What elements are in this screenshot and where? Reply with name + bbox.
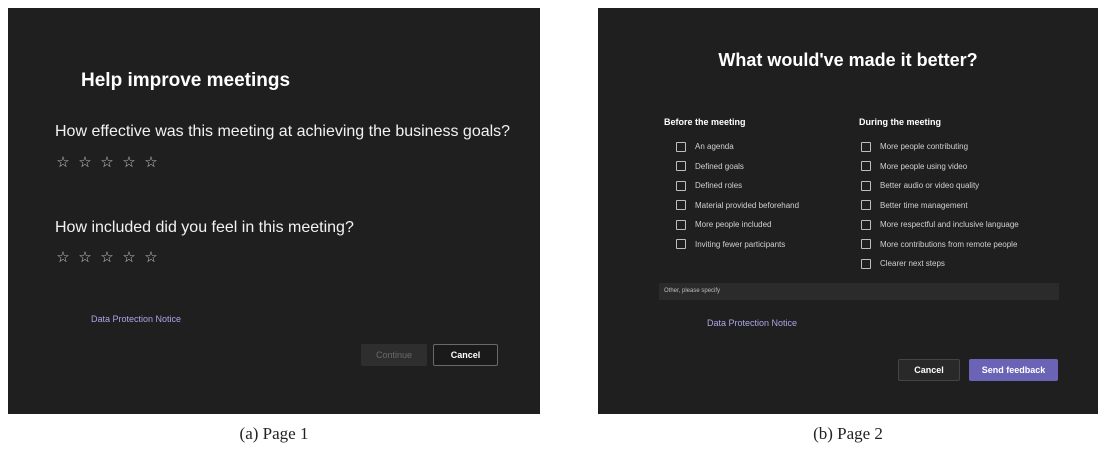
checkbox[interactable]	[676, 239, 686, 250]
checkbox[interactable]	[861, 219, 871, 230]
checkbox[interactable]	[676, 219, 686, 230]
option-label: Defined roles	[695, 181, 743, 191]
checkbox-option[interactable]: More respectful and inclusive language	[861, 215, 1019, 235]
page-title: What would've made it better?	[718, 50, 978, 70]
other-specify-input[interactable]: Other, please specify	[659, 283, 1059, 300]
star-icon[interactable]: ☆	[76, 248, 94, 266]
checkbox[interactable]	[861, 141, 871, 152]
checkbox[interactable]	[861, 200, 871, 211]
before-meeting-options: An agenda Defined goals Defined roles Ma…	[676, 137, 799, 254]
option-label: More people using video	[880, 161, 968, 171]
star-icon[interactable]: ☆	[54, 153, 72, 171]
checkbox-option[interactable]: Inviting fewer participants	[676, 235, 799, 255]
checkbox[interactable]	[861, 258, 871, 269]
during-meeting-options: More people contributing More people usi…	[861, 137, 1019, 274]
question-business-goals: How effective was this meeting at achiev…	[55, 123, 511, 140]
option-label: Better time management	[880, 200, 968, 210]
star-rating-business-goals[interactable]: ☆ ☆ ☆ ☆ ☆	[54, 153, 160, 171]
feedback-page-2: What would've made it better? Before the…	[598, 8, 1098, 414]
checkbox[interactable]	[676, 161, 686, 172]
star-icon[interactable]: ☆	[142, 153, 160, 171]
feedback-page-1: Help improve meetings How effective was …	[8, 8, 540, 414]
option-label: Inviting fewer participants	[695, 239, 786, 249]
checkbox-option[interactable]: Material provided beforehand	[676, 196, 799, 216]
question-inclusion: How included did you feel in this meetin…	[55, 219, 354, 236]
checkbox-option[interactable]: More people contributing	[861, 137, 1019, 157]
checkbox[interactable]	[676, 180, 686, 191]
checkbox[interactable]	[676, 200, 686, 211]
option-label: Material provided beforehand	[695, 200, 800, 210]
star-icon[interactable]: ☆	[120, 248, 138, 266]
caption-page-1: (a) Page 1	[239, 424, 309, 443]
star-icon[interactable]: ☆	[120, 153, 138, 171]
before-meeting-heading: Before the meeting	[664, 117, 746, 127]
star-icon[interactable]: ☆	[98, 248, 116, 266]
caption-page-2: (b) Page 2	[813, 424, 883, 443]
data-protection-link[interactable]: Data Protection Notice	[707, 318, 797, 328]
checkbox[interactable]	[861, 180, 871, 191]
option-label: More respectful and inclusive language	[880, 220, 1019, 230]
star-icon[interactable]: ☆	[76, 153, 94, 171]
send-feedback-button[interactable]: Send feedback	[969, 359, 1058, 381]
checkbox[interactable]	[861, 239, 871, 250]
option-label: More people included	[695, 220, 772, 230]
checkbox-option[interactable]: Better time management	[861, 196, 1019, 216]
continue-button[interactable]: Continue	[361, 344, 427, 366]
cancel-button[interactable]: Cancel	[898, 359, 960, 381]
option-label: An agenda	[695, 142, 734, 152]
cancel-button[interactable]: Cancel	[433, 344, 498, 366]
option-label: Better audio or video quality	[880, 181, 980, 191]
checkbox-option[interactable]: More contributions from remote people	[861, 235, 1019, 255]
during-meeting-heading: During the meeting	[859, 117, 942, 127]
option-label: Defined goals	[695, 161, 744, 171]
star-rating-inclusion[interactable]: ☆ ☆ ☆ ☆ ☆	[54, 248, 160, 266]
checkbox-option[interactable]: More people using video	[861, 157, 1019, 177]
star-icon[interactable]: ☆	[142, 248, 160, 266]
star-icon[interactable]: ☆	[98, 153, 116, 171]
checkbox-option[interactable]: Defined roles	[676, 176, 799, 196]
checkbox[interactable]	[861, 161, 871, 172]
checkbox[interactable]	[676, 141, 686, 152]
checkbox-option[interactable]: Defined goals	[676, 157, 799, 177]
checkbox-option[interactable]: Better audio or video quality	[861, 176, 1019, 196]
checkbox-option[interactable]: Clearer next steps	[861, 254, 1019, 274]
option-label: More people contributing	[880, 142, 969, 152]
option-label: More contributions from remote people	[880, 239, 1018, 249]
option-label: Clearer next steps	[880, 259, 945, 269]
checkbox-option[interactable]: An agenda	[676, 137, 799, 157]
star-icon[interactable]: ☆	[54, 248, 72, 266]
page-title: Help improve meetings	[81, 70, 291, 91]
data-protection-link[interactable]: Data Protection Notice	[91, 314, 181, 324]
checkbox-option[interactable]: More people included	[676, 215, 799, 235]
